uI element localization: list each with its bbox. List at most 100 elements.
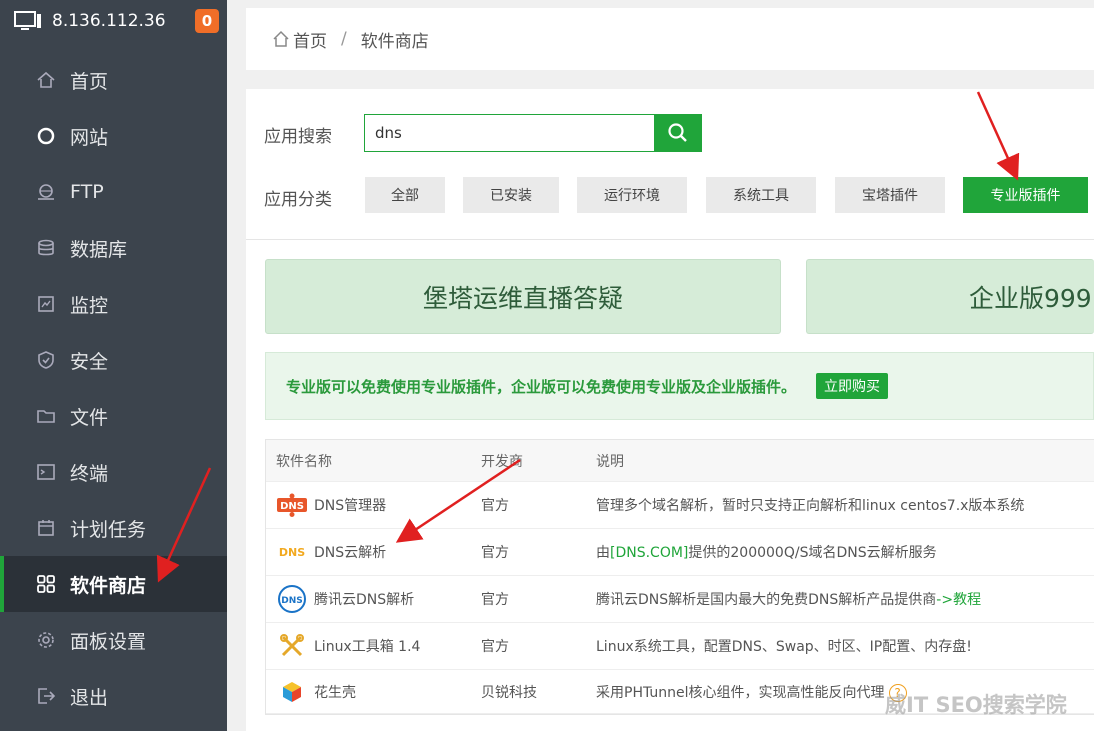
table-row[interactable]: DNS 腾讯云DNS解析 官方 腾讯云DNS解析是国内最大的免费DNS解析产品提… <box>266 576 1094 623</box>
vendor: 官方 <box>481 592 509 608</box>
search-icon <box>668 123 687 142</box>
sidebar-nav: 首页网站 FTP 数据库监控安全文件终端计划任务软件商店面板设置退出 <box>0 52 227 724</box>
shield-icon <box>36 350 56 370</box>
watermark: 威IT SEO搜索学院 <box>885 693 1067 717</box>
live-qa-banner[interactable]: 堡塔运维直播答疑 <box>265 259 781 334</box>
ftp-icon <box>36 182 56 202</box>
description: 由[DNS.COM]提供的200000Q/S域名DNS云解析服务 <box>596 545 937 561</box>
svg-text:DNS: DNS <box>280 501 304 512</box>
terminal-icon <box>36 462 56 482</box>
logout-icon <box>36 686 56 706</box>
sidebar-item-8[interactable]: 计划任务 <box>0 500 227 556</box>
software-name: 花生壳 <box>314 684 356 701</box>
cat-runtime-button[interactable]: 运行环境 <box>577 177 687 213</box>
server-ip: 8.136.112.36 <box>52 11 166 31</box>
vendor: 官方 <box>481 545 509 561</box>
table-row[interactable]: DNS DNS云解析 官方 由[DNS.COM]提供的200000Q/S域名DN… <box>266 529 1094 576</box>
col-name-header: 软件名称 <box>276 453 332 470</box>
gear-icon <box>36 630 56 650</box>
notice-text: 专业版可以免费使用专业版插件，企业版可以免费使用专业版及企业版插件。 <box>286 377 797 396</box>
vendor: 贝锐科技 <box>481 684 537 701</box>
pro-notice: 专业版可以免费使用专业版插件，企业版可以免费使用专业版及企业版插件。 立即购买 <box>265 352 1094 420</box>
col-vendor-header: 开发商 <box>481 453 523 470</box>
sidebar-item-label: 网站 <box>70 126 109 149</box>
sidebar-item-11[interactable]: 退出 <box>0 668 227 724</box>
cat-bt-plugins-button[interactable]: 宝塔插件 <box>835 177 945 213</box>
category-label: 应用分类 <box>264 190 332 210</box>
globe-icon <box>36 126 56 146</box>
dns-manager-logo-icon: DNS <box>276 491 308 519</box>
oray-logo-icon <box>276 678 308 706</box>
breadcrumb: 首页 / 软件商店 <box>246 8 1094 70</box>
dns-cloud-logo-icon: DNS <box>276 538 308 566</box>
grid-icon <box>36 574 56 594</box>
toolbox-logo-icon <box>276 632 308 660</box>
tutorial-link[interactable]: ->教程 <box>936 592 981 608</box>
sidebar-item-label: 面板设置 <box>70 630 147 653</box>
sidebar-item-4[interactable]: 监控 <box>0 276 227 332</box>
home-icon <box>273 30 289 47</box>
sidebar-item-label: 数据库 <box>70 238 128 261</box>
description: 腾讯云DNS解析是国内最大的免费DNS解析产品提供商->教程 <box>596 592 982 608</box>
software-name: 腾讯云DNS解析 <box>314 592 415 608</box>
breadcrumb-home[interactable]: 首页 <box>293 27 327 52</box>
breadcrumb-current: 软件商店 <box>360 31 429 52</box>
sidebar-item-label: 监控 <box>70 294 109 317</box>
server-header: 8.136.112.36 0 <box>0 0 227 42</box>
dns-com-link[interactable]: [DNS.COM] <box>610 545 688 561</box>
svg-text:DNS: DNS <box>279 546 305 559</box>
sidebar-item-label: 安全 <box>70 350 109 373</box>
calendar-icon <box>36 518 56 538</box>
sidebar-item-2[interactable]: FTP <box>0 164 227 220</box>
search-label: 应用搜索 <box>264 127 332 147</box>
sidebar-item-label: 终端 <box>70 462 109 485</box>
software-name: Linux工具箱 1.4 <box>314 639 421 655</box>
message-badge[interactable]: 0 <box>195 9 219 33</box>
sidebar-item-10[interactable]: 面板设置 <box>0 612 227 668</box>
search-button[interactable] <box>654 114 702 152</box>
divider <box>246 239 1094 240</box>
sidebar-item-label: 退出 <box>70 686 109 709</box>
svg-text:DNS: DNS <box>281 596 303 606</box>
breadcrumb-separator: / <box>341 29 347 49</box>
cat-systools-button[interactable]: 系统工具 <box>706 177 816 213</box>
sidebar-item-label: 计划任务 <box>70 518 147 541</box>
table-row[interactable]: DNS DNS管理器 官方 管理多个域名解析，暂时只支持正向解析和linux c… <box>266 482 1094 529</box>
sidebar-item-label: 软件商店 <box>70 574 147 597</box>
sidebar-item-label: FTP <box>70 181 104 203</box>
software-name: DNS管理器 <box>314 498 387 514</box>
software-name: DNS云解析 <box>314 545 387 561</box>
vendor: 官方 <box>481 498 509 514</box>
description: 管理多个域名解析，暂时只支持正向解析和linux centos7.x版本系统 <box>596 498 1025 514</box>
sidebar-item-label: 文件 <box>70 406 109 429</box>
sidebar-item-9[interactable]: 软件商店 <box>0 556 227 612</box>
sidebar-item-3[interactable]: 数据库 <box>0 220 227 276</box>
sidebar-item-7[interactable]: 终端 <box>0 444 227 500</box>
sidebar-item-1[interactable]: 网站 <box>0 108 227 164</box>
table-header: 软件名称 开发商 说明 <box>266 440 1094 482</box>
monitor-icon <box>14 11 41 30</box>
table-row[interactable]: Linux工具箱 1.4 官方 Linux系统工具，配置DNS、Swap、时区、… <box>266 623 1094 670</box>
tencent-dns-logo-icon: DNS <box>276 585 308 613</box>
home-icon <box>36 70 56 90</box>
database-icon <box>36 238 56 258</box>
sidebar-item-label: 首页 <box>70 70 109 93</box>
monitor-icon <box>36 294 56 314</box>
main-area: 首页 / 软件商店 应用搜索 应用分类 全部 已安装 运行环境 系统工具 宝塔插… <box>227 0 1094 731</box>
sidebar-item-5[interactable]: 安全 <box>0 332 227 388</box>
sidebar-item-6[interactable]: 文件 <box>0 388 227 444</box>
enterprise-banner[interactable]: 企业版999 <box>806 259 1094 334</box>
description: Linux系统工具，配置DNS、Swap、时区、IP配置、内存盘! <box>596 639 972 655</box>
cat-all-button[interactable]: 全部 <box>365 177 445 213</box>
vendor: 官方 <box>481 639 509 655</box>
buy-now-button[interactable]: 立即购买 <box>816 373 889 399</box>
cat-installed-button[interactable]: 已安装 <box>463 177 559 213</box>
folder-icon <box>36 406 56 426</box>
sidebar-item-0[interactable]: 首页 <box>0 52 227 108</box>
store-panel: 应用搜索 应用分类 全部 已安装 运行环境 系统工具 宝塔插件 专业版插件 堡塔… <box>246 89 1094 731</box>
cat-pro-plugins-button[interactable]: 专业版插件 <box>963 177 1088 213</box>
col-desc-header: 说明 <box>596 453 624 470</box>
sidebar: 8.136.112.36 0 首页网站 FTP 数据库监控安全文件终端计划任务软件商… <box>0 0 227 731</box>
search-input[interactable] <box>364 114 654 152</box>
software-table: 软件名称 开发商 说明 DNS DNS管理器 官方 管理多个域名解析，暂时只支持… <box>265 439 1094 715</box>
